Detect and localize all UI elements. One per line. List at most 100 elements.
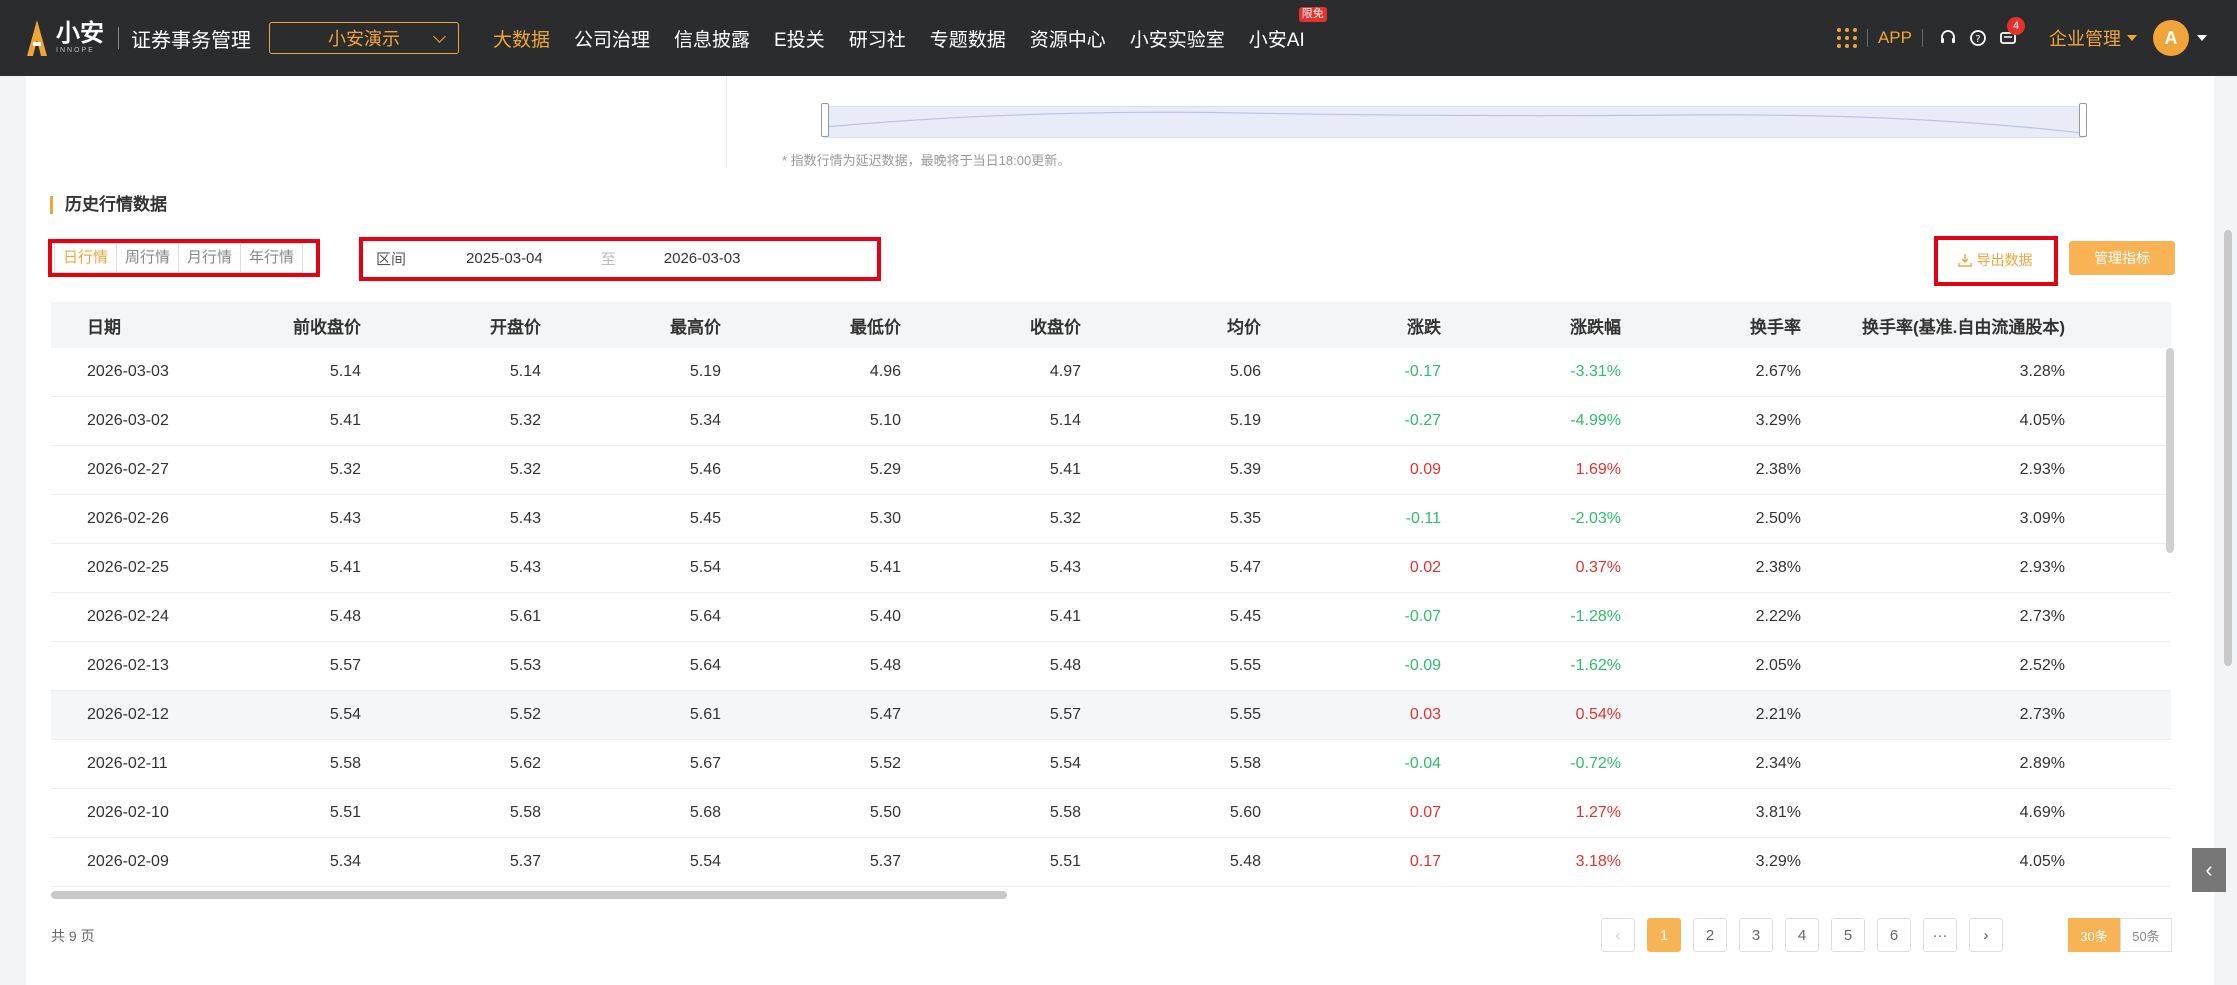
cell-low: 5.37 — [869, 853, 901, 870]
nav-item-topic-data[interactable]: 专题数据 — [930, 25, 1006, 52]
slider-left-handle[interactable] — [821, 103, 829, 137]
highlight-box-tabs — [48, 239, 320, 277]
table-row[interactable]: 2026-02-24 5.48 5.61 5.64 5.40 5.41 5.45 -0.07 -… — [51, 593, 2171, 642]
cell-prev-close: 5.14 — [329, 363, 361, 380]
next-page-button[interactable]: › — [1969, 918, 2003, 952]
user-avatar[interactable]: A — [2153, 20, 2189, 56]
col-header-close[interactable]: 收盘价 — [901, 313, 1081, 338]
cell-low: 5.10 — [869, 412, 901, 429]
nav-item-big-data[interactable]: 大数据 — [493, 25, 550, 52]
avatar-caret-icon[interactable] — [2197, 35, 2207, 41]
cell-prev-close: 5.57 — [329, 657, 361, 674]
table-row[interactable]: 2026-03-02 5.41 5.32 5.34 5.10 5.14 5.19 -0.27 -… — [51, 397, 2171, 446]
cell-low: 4.96 — [869, 363, 901, 380]
col-header-turnover-free[interactable]: 换手率(基准.自由流通股本) — [1801, 313, 2065, 338]
cell-turnover: 2.34% — [1755, 755, 1801, 772]
cell-date: 2026-02-11 — [87, 755, 168, 772]
cell-turnover-free: 2.93% — [2019, 559, 2065, 576]
cell-change: 0.09 — [1409, 461, 1441, 478]
chevron-down-icon — [433, 30, 446, 43]
page-button[interactable]: 6 — [1877, 918, 1911, 952]
collapse-panel-button[interactable]: ‹ — [2192, 848, 2226, 892]
cell-high: 5.67 — [689, 755, 721, 772]
table-row[interactable]: 2026-02-13 5.57 5.53 5.64 5.48 5.48 5.55 -0.09 -… — [51, 642, 2171, 691]
cell-date: 2026-02-25 — [87, 559, 169, 576]
col-header-open[interactable]: 开盘价 — [361, 313, 541, 338]
cell-avg: 5.19 — [1229, 412, 1261, 429]
cell-change: -0.11 — [1405, 510, 1441, 527]
cell-avg: 5.47 — [1229, 559, 1261, 576]
page-vertical-scrollbar[interactable] — [2224, 230, 2232, 666]
table-vertical-scrollbar[interactable] — [2166, 348, 2174, 553]
nav-item-disclosure[interactable]: 信息披露 — [674, 25, 750, 52]
org-select-dropdown[interactable]: 小安演示 — [269, 22, 459, 54]
chart-range-slider[interactable] — [821, 103, 2087, 138]
help-icon[interactable]: ? — [1967, 27, 1989, 49]
manage-indicators-button[interactable]: 管理指标 — [2069, 241, 2175, 275]
col-header-turnover[interactable]: 换手率 — [1621, 313, 1801, 338]
logo-subtext: INNOPE — [56, 47, 95, 54]
nav-item-ai[interactable]: 小安AI 限免 — [1249, 6, 1327, 52]
col-header-change[interactable]: 涨跌 — [1261, 313, 1441, 338]
logo-a-icon — [27, 20, 47, 56]
page-button[interactable]: 2 — [1693, 918, 1727, 952]
cell-change-pct: 0.54% — [1575, 706, 1621, 723]
cell-turnover: 3.29% — [1755, 412, 1801, 429]
page-size-50[interactable]: 50条 — [2120, 918, 2172, 952]
cell-change: -0.04 — [1404, 755, 1441, 772]
cell-change: 0.07 — [1409, 804, 1441, 821]
cell-turnover: 2.67% — [1755, 363, 1801, 380]
nav-item-academy[interactable]: 研习社 — [849, 25, 906, 52]
svg-text:?: ? — [1975, 34, 1980, 45]
nav-item-lab[interactable]: 小安实验室 — [1130, 25, 1225, 52]
page-button[interactable]: 3 — [1739, 918, 1773, 952]
cell-close: 5.43 — [1049, 559, 1081, 576]
col-header-avg[interactable]: 均价 — [1081, 313, 1261, 338]
col-header-date[interactable]: 日期 — [51, 313, 181, 338]
cell-turnover: 3.29% — [1755, 853, 1801, 870]
total-pages: 共 9 页 — [51, 928, 95, 944]
cell-open: 5.61 — [509, 608, 541, 625]
cell-turnover-free: 2.52% — [2019, 657, 2065, 674]
message-icon[interactable]: 4 — [1997, 17, 2025, 49]
table-row[interactable]: 2026-02-10 5.51 5.58 5.68 5.50 5.58 5.60 0.07 1.… — [51, 789, 2171, 838]
table-row[interactable]: 2026-02-09 5.34 5.37 5.54 5.37 5.51 5.48 0.17 3.… — [51, 838, 2171, 887]
nav-item-resources[interactable]: 资源中心 — [1030, 25, 1106, 52]
cell-high: 5.61 — [689, 706, 721, 723]
page-button[interactable]: 5 — [1831, 918, 1865, 952]
divider — [1866, 29, 1868, 47]
col-header-prev-close[interactable]: 前收盘价 — [181, 313, 361, 338]
cell-turnover: 2.22% — [1755, 608, 1801, 625]
cell-high: 5.54 — [689, 853, 721, 870]
nav-item-governance[interactable]: 公司治理 — [574, 25, 650, 52]
table-row[interactable]: 2026-03-03 5.14 5.14 5.19 4.96 4.97 5.06 -0.17 -… — [51, 348, 2171, 397]
cell-change: -0.17 — [1404, 363, 1441, 380]
page-size-30[interactable]: 30条 — [2068, 918, 2120, 952]
apps-grid-icon[interactable] — [1836, 28, 1857, 48]
nav-item-investor-relations[interactable]: E投关 — [774, 25, 825, 52]
col-header-low[interactable]: 最低价 — [721, 313, 901, 338]
slider-right-handle[interactable] — [2079, 103, 2087, 137]
more-pages-button[interactable]: ··· — [1923, 918, 1957, 952]
page-button[interactable]: 4 — [1785, 918, 1819, 952]
brand-logo[interactable]: 小安 INNOPE — [26, 18, 104, 58]
col-header-high[interactable]: 最高价 — [541, 313, 721, 338]
cell-close: 5.41 — [1049, 608, 1081, 625]
table-horizontal-scrollbar[interactable] — [51, 891, 1007, 899]
cell-open: 5.14 — [509, 363, 541, 380]
org-select-value: 小安演示 — [328, 29, 400, 49]
app-link[interactable]: APP — [1878, 28, 1912, 48]
page-button[interactable]: 1 — [1647, 918, 1681, 952]
cell-prev-close: 5.51 — [329, 804, 361, 821]
headset-icon[interactable] — [1937, 27, 1959, 49]
table-row[interactable]: 2026-02-26 5.43 5.43 5.45 5.30 5.32 5.35 -0.11 -… — [51, 495, 2171, 544]
enterprise-menu[interactable]: 企业管理 — [2049, 25, 2137, 51]
col-header-change-pct[interactable]: 涨跌幅 — [1441, 313, 1621, 338]
table-row[interactable]: 2026-02-12 5.54 5.52 5.61 5.47 5.57 5.55 0.03 0.… — [51, 691, 2171, 740]
table-row[interactable]: 2026-02-25 5.41 5.43 5.54 5.41 5.43 5.47 0.02 0.… — [51, 544, 2171, 593]
table-row[interactable]: 2026-02-27 5.32 5.32 5.46 5.29 5.41 5.39 0.09 1.… — [51, 446, 2171, 495]
table-row[interactable]: 2026-02-11 5.58 5.62 5.67 5.52 5.54 5.58 -0.04 -… — [51, 740, 2171, 789]
cell-change-pct: 1.27% — [1575, 804, 1621, 821]
prev-page-button[interactable]: ‹ — [1601, 918, 1635, 952]
cell-prev-close: 5.58 — [329, 755, 361, 772]
